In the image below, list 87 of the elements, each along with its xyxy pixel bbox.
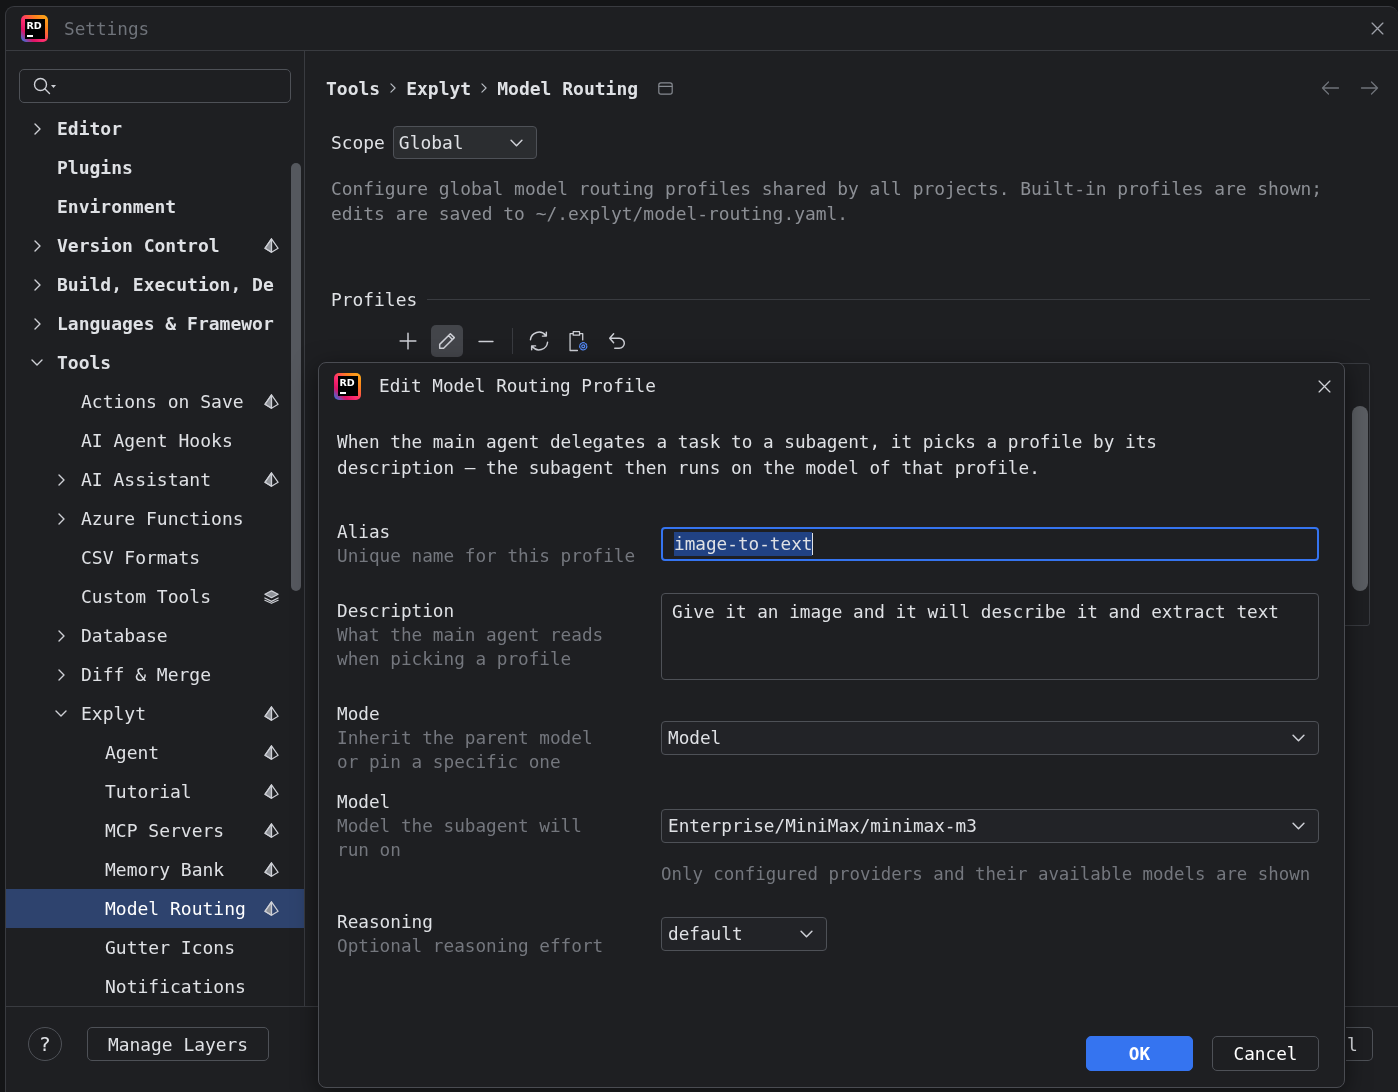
tree-item[interactable]: Explyt [6,694,304,733]
tree-item[interactable]: Agent [6,733,304,772]
tree-item[interactable]: Editor [6,109,304,148]
tree-item[interactable]: Notifications [6,967,304,1006]
scope-dropdown[interactable]: Global [392,126,537,159]
tree-item[interactable]: Tools [6,343,304,382]
breadcrumb-item[interactable]: Explyt [406,77,472,99]
field-label: Description [337,600,456,623]
scrollbar-thumb[interactable] [1352,406,1368,591]
document-gear-icon [568,330,588,352]
window-icon[interactable] [658,81,674,95]
ok-button[interactable]: OK [1086,1036,1193,1071]
breadcrumb-item[interactable]: Tools [326,77,381,99]
description-text: Configure global model routing profiles shared by all projects. Built-in profiles are shown; edits are saved to ~/.explyt/model-routing.yaml. [331,177,1323,226]
pencil-icon [438,332,456,350]
tree-item[interactable]: Environment [6,187,304,226]
tree-item[interactable]: Build, Execution, De [6,265,304,304]
dropdown[interactable]: default [661,917,827,951]
button-fragment[interactable]: l [1346,1027,1373,1061]
tree-item[interactable]: Languages & Framewor [6,304,304,343]
chevron-down-icon [1292,822,1305,830]
chevron-down-icon[interactable] [55,710,67,717]
tree-item[interactable]: Version Control [6,226,304,265]
section-title: Profiles [331,288,418,310]
breadcrumb-item[interactable]: Model Routing [497,77,639,99]
edit-button[interactable] [431,325,463,357]
tree-item[interactable]: Memory Bank [6,850,304,889]
field-hint: What the main agent reads when picking a profile [337,624,605,671]
tree-item[interactable]: Tutorial [6,772,304,811]
app-logo: RD [21,15,48,42]
field-label: Alias [337,521,392,544]
text-field[interactable]: image-to-text [661,527,1319,561]
minus-icon [477,339,495,343]
chevron-right-icon[interactable] [57,668,65,681]
field-note: Only configured providers and their available models are shown [661,863,1312,886]
close-icon[interactable] [1318,379,1331,393]
chevron-down-icon [509,138,523,147]
field-label: Mode [337,703,381,726]
chevron-right-icon[interactable] [57,473,65,486]
chevron-right-icon[interactable] [33,317,41,330]
tree-item[interactable]: Custom Tools [6,577,304,616]
scrollbar-thumb[interactable] [291,163,301,591]
window-title: Settings [64,18,150,39]
chevron-right-icon [481,83,488,93]
search-icon [33,77,57,95]
chevron-right-icon[interactable] [57,512,65,525]
dropdown[interactable]: Model [661,721,1319,755]
chevron-down-icon[interactable] [31,359,43,366]
tree-item[interactable]: AI Assistant [6,460,304,499]
tree-item[interactable]: Gutter Icons [6,928,304,967]
intro-text: When the main agent delegates a task to a subagent, it picks a profile by its description — the subagent then runs on the model of that profile. [337,431,1158,480]
field-hint: Unique name for this profile [337,545,637,568]
manage-layers-button[interactable]: Manage Layers [87,1027,270,1061]
field-hint: Model the subagent will run on [337,815,583,862]
chevron-down-icon [800,930,813,938]
chevron-down-icon [1292,734,1305,742]
tree-item[interactable]: AI Agent Hooks [6,421,304,460]
chevron-right-icon[interactable] [33,278,41,291]
arrow-left-icon[interactable] [1321,81,1340,95]
chevron-right-icon[interactable] [33,122,41,135]
field-hint: Inherit the parent model or pin a specific one [337,727,594,774]
dropdown[interactable]: Enterprise/MiniMax/minimax-m3 [661,809,1319,843]
close-icon[interactable] [1371,22,1384,35]
tree-item[interactable]: Azure Functions [6,499,304,538]
cancel-button[interactable]: Cancel [1212,1036,1319,1071]
field-hint: Optional reasoning effort [337,935,605,958]
scope-label: Scope [331,132,385,153]
chevron-right-icon[interactable] [57,629,65,642]
arrow-right-icon[interactable] [1360,81,1379,95]
chevron-right-icon [390,83,397,93]
field-label: Model [337,791,392,814]
tree-item[interactable]: Model Routing [6,889,304,928]
tree-item[interactable]: CSV Formats [6,538,304,577]
field-label: Reasoning [337,911,434,934]
tree-item[interactable]: MCP Servers [6,811,304,850]
dialog-title: Edit Model Routing Profile [379,376,656,396]
sync-icon [528,331,550,351]
tree-item[interactable]: Diff & Merge [6,655,304,694]
text-area[interactable]: Give it an image and it will describe it and extract text [661,593,1319,680]
tree-item[interactable]: Plugins [6,148,304,187]
tree-item[interactable]: Database [6,616,304,655]
undo-icon [608,332,626,350]
app-logo: RD [334,372,361,400]
chevron-right-icon[interactable] [33,239,41,252]
search-field[interactable] [19,69,291,103]
plus-icon [399,332,417,350]
tree-item[interactable]: Actions on Save [6,382,304,421]
